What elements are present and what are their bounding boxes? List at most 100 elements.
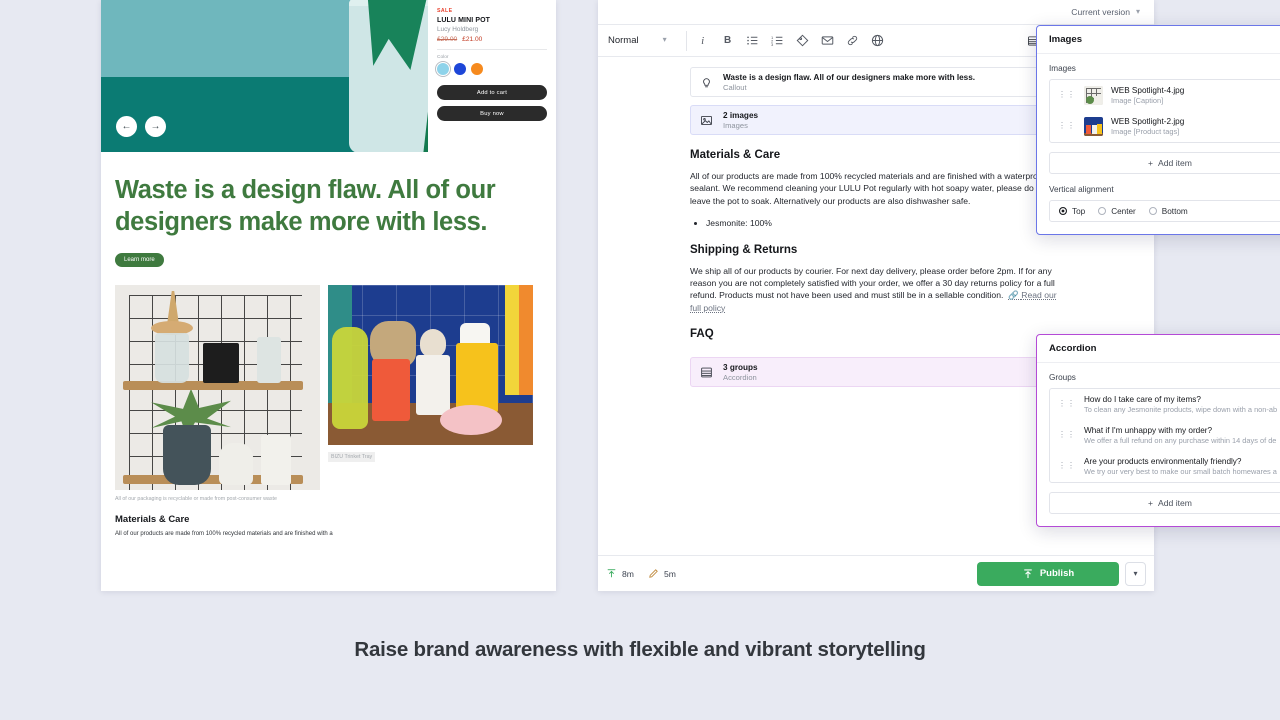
swatch-light-blue[interactable] bbox=[435, 61, 451, 77]
accordion-group-preview: We try our very best to make our small b… bbox=[1084, 467, 1277, 476]
images-panel-body: Images ⋮⋮ WEB Spotlight-4.jpg Image [Cap… bbox=[1037, 54, 1280, 234]
editor-topbar: Current version ▾ bbox=[598, 0, 1154, 24]
learn-more-button[interactable]: Learn more bbox=[115, 252, 164, 267]
images-item-list: ⋮⋮ WEB Spotlight-4.jpg Image [Caption] ⋮… bbox=[1049, 79, 1280, 143]
page-title: Waste is a design flaw. All of our desig… bbox=[115, 176, 496, 237]
carousel-prev-icon[interactable]: ← bbox=[116, 116, 137, 137]
accordion-add-item-label: Add item bbox=[1158, 498, 1192, 508]
image-file-name: WEB Spotlight-2.jpg bbox=[1111, 117, 1185, 126]
link-icon[interactable] bbox=[846, 34, 860, 48]
list-item[interactable]: ⋮⋮ WEB Spotlight-4.jpg Image [Caption] bbox=[1050, 80, 1280, 111]
text-style-value: Normal bbox=[608, 35, 639, 46]
text-style-select[interactable]: Normal ▾ bbox=[608, 35, 677, 46]
italic-icon[interactable]: i bbox=[696, 34, 710, 48]
pencil-icon bbox=[649, 569, 658, 578]
alignment-option-bottom[interactable]: Bottom bbox=[1148, 206, 1188, 216]
images-panel-title: Images bbox=[1037, 26, 1280, 54]
toolbar-divider bbox=[685, 30, 687, 51]
bold-icon[interactable]: B bbox=[721, 34, 735, 48]
image-thumbnail bbox=[1084, 86, 1103, 105]
version-stepper-icon[interactable]: ▾ bbox=[1136, 7, 1140, 16]
screenshot-root: ← → SALE LULU MINI POT Lucy Holdberg £29… bbox=[0, 0, 1280, 720]
callout-block-row[interactable]: Waste is a design flaw. All of our desig… bbox=[690, 67, 1062, 97]
carousel-controls: ← → bbox=[116, 116, 166, 137]
callout-block-title: Waste is a design flaw. All of our desig… bbox=[723, 72, 976, 82]
product-author: Lucy Holdberg bbox=[437, 26, 479, 33]
tag-icon[interactable] bbox=[796, 34, 810, 48]
materials-bullet-list: Jesmonite: 100% bbox=[706, 217, 1062, 229]
accordion-panel-body: Groups ⋮⋮ How do I take care of my items… bbox=[1037, 363, 1280, 526]
drag-handle-icon[interactable]: ⋮⋮ bbox=[1058, 431, 1076, 440]
swatch-orange[interactable] bbox=[471, 63, 483, 75]
alignment-option-center[interactable]: Center bbox=[1098, 207, 1136, 216]
publish-options-chevron-down-icon[interactable]: ▾ bbox=[1125, 561, 1146, 586]
images-block-row[interactable]: 2 images Images ⋮ bbox=[690, 105, 1062, 135]
accordion-add-item-button[interactable]: + Add item bbox=[1049, 492, 1280, 514]
list-item[interactable]: ⋮⋮ Are your products environmentally fri… bbox=[1050, 451, 1280, 482]
photo-caption-right: BIZU Trinket Tray bbox=[328, 451, 376, 462]
accordion-group-preview: To clean any Jesmonite products, wipe do… bbox=[1084, 405, 1278, 414]
drag-handle-icon[interactable]: ⋮⋮ bbox=[1058, 400, 1076, 409]
vertical-alignment-radio-group: Top Center Bottom bbox=[1049, 200, 1280, 222]
buy-now-button[interactable]: Buy now bbox=[437, 106, 547, 121]
materials-heading: Materials & Care bbox=[690, 149, 781, 161]
groups-field-label: Groups bbox=[1049, 373, 1076, 382]
alignment-option-top[interactable]: Top bbox=[1059, 207, 1085, 216]
images-add-item-button[interactable]: + Add item bbox=[1049, 152, 1280, 174]
accordion-settings-panel: Accordion Groups ⋮⋮ How do I take care o… bbox=[1036, 334, 1280, 527]
card-divider bbox=[437, 49, 547, 50]
preview-section-text: All of our products are made from 100% r… bbox=[115, 530, 333, 537]
images-block-subtitle: Images bbox=[723, 120, 748, 130]
preview-photo-row: All of our packaging is recyclable or ma… bbox=[101, 267, 556, 502]
alignment-option-bottom-label: Bottom bbox=[1161, 206, 1188, 216]
edit-time-value: 5m bbox=[663, 568, 676, 579]
plus-icon: + bbox=[1148, 158, 1154, 168]
image-icon bbox=[699, 113, 714, 128]
email-icon[interactable] bbox=[821, 34, 835, 48]
edit-time-meta: 5m bbox=[648, 568, 676, 579]
publish-arrow-icon bbox=[1024, 568, 1032, 578]
images-field-label: Images bbox=[1049, 64, 1076, 73]
images-settings-panel: Images Images ⋮⋮ WEB Spotlight-4.jpg Ima… bbox=[1036, 25, 1280, 235]
add-to-cart-button[interactable]: Add to cart bbox=[437, 85, 547, 100]
materials-paragraph: All of our products are made from 100% r… bbox=[690, 171, 1049, 206]
price-sale: £21.00 bbox=[462, 36, 483, 43]
preview-materials-section: Materials & Care All of our products are… bbox=[101, 502, 556, 537]
svg-text:3: 3 bbox=[771, 42, 774, 47]
document-content[interactable]: Materials & Care All of our products are… bbox=[690, 149, 1062, 340]
read-time-meta: 8m bbox=[606, 568, 634, 579]
globe-icon[interactable] bbox=[871, 34, 885, 48]
accordion-block-subtitle: Accordion bbox=[723, 372, 757, 382]
drag-handle-icon[interactable]: ⋮⋮ bbox=[1058, 122, 1076, 131]
shipping-paragraph-text: We ship all of our products by courier. … bbox=[690, 265, 1055, 301]
preview-section-heading: Materials & Care bbox=[115, 513, 190, 525]
carousel-next-icon[interactable]: → bbox=[145, 116, 166, 137]
product-actions: Add to cart Buy now bbox=[437, 85, 547, 121]
read-time-value: 8m bbox=[622, 568, 634, 579]
list-item[interactable]: ⋮⋮ How do I take care of my items? To cl… bbox=[1050, 389, 1280, 420]
photo-block-right: BIZU Trinket Tray bbox=[328, 284, 533, 502]
photo-caption-left: All of our packaging is recyclable or ma… bbox=[115, 495, 277, 502]
chevron-updown-icon: ▾ bbox=[662, 35, 667, 45]
image-file-meta: Image [Caption] bbox=[1111, 96, 1164, 105]
drag-handle-icon[interactable]: ⋮⋮ bbox=[1058, 462, 1076, 471]
accordion-group-preview: We offer a full refund on any purchase w… bbox=[1084, 436, 1277, 445]
drag-handle-icon[interactable]: ⋮⋮ bbox=[1058, 91, 1076, 100]
accordion-block-row[interactable]: 3 groups Accordion ⋮ bbox=[690, 357, 1062, 387]
image-file-meta: Image [Product tags] bbox=[1111, 127, 1180, 136]
swatch-blue[interactable] bbox=[454, 63, 466, 75]
numbered-list-icon[interactable]: 1 2 3 bbox=[771, 34, 785, 48]
trinket-tray-photo bbox=[328, 284, 533, 445]
read-time-icon bbox=[607, 569, 616, 578]
radio-dot-icon bbox=[1059, 207, 1067, 215]
publish-button[interactable]: Publish bbox=[977, 561, 1119, 586]
bulleted-list-icon[interactable] bbox=[746, 34, 760, 48]
format-icon-group: i B 1 2 3 bbox=[696, 34, 885, 48]
accordion-panel-title: Accordion bbox=[1037, 335, 1280, 363]
lightbulb-icon bbox=[699, 75, 714, 90]
alignment-option-top-label: Top bbox=[1072, 206, 1086, 216]
shipping-heading: Shipping & Returns bbox=[690, 243, 798, 256]
list-item[interactable]: ⋮⋮ What if I'm unhappy with my order? We… bbox=[1050, 420, 1280, 451]
list-item[interactable]: ⋮⋮ WEB Spotlight-2.jpg Image [Product ta… bbox=[1050, 111, 1280, 142]
product-prices: £29.00 £21.00 bbox=[437, 36, 547, 43]
